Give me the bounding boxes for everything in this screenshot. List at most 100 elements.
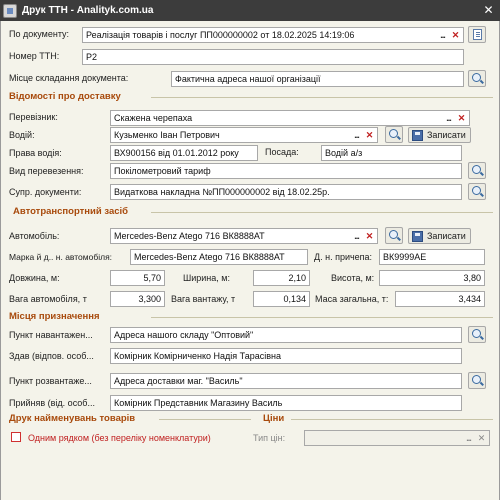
label-prava-vodiya: Права водія: xyxy=(9,148,62,158)
vodiy-field[interactable]: Кузьменко Іван Петрович ... ✕ xyxy=(110,127,378,143)
shyryna-value: 2,10 xyxy=(288,273,306,283)
label-dn-prychepa: Д. н. причепа: xyxy=(314,252,373,262)
magnifier-icon xyxy=(472,375,481,384)
section-print-names-divider xyxy=(159,419,251,420)
pereviznyk-select-button[interactable]: ... xyxy=(442,111,455,125)
section-print-names-title: Друк найменувань товарів xyxy=(9,413,136,424)
label-vaga-avto: Вага автомобіля, т xyxy=(9,294,87,304)
odnym-ryadkom-checkbox[interactable] xyxy=(11,432,21,442)
po-dokumentu-field[interactable]: Реалізація товарів і послуг ПП000000002 … xyxy=(82,27,464,43)
avtomobil-clear-icon[interactable]: ✕ xyxy=(363,229,376,243)
punkt-rozvantazhennya-input[interactable]: Адреса доставки маг. "Василь" xyxy=(110,373,462,389)
vysota-value: 3,80 xyxy=(463,273,481,283)
punkt-rozvantazhennya-value: Адреса доставки маг. "Василь" xyxy=(114,376,243,386)
avtomobil-select-button[interactable]: ... xyxy=(350,229,363,243)
label-dovzhyna: Довжина, м: xyxy=(9,273,60,283)
avtomobil-value: Mercedes-Benz Atego 716 ВК8888АТ xyxy=(114,231,265,241)
punkt-rozvantazhennya-lookup-button[interactable] xyxy=(468,372,486,389)
pryynyav-input[interactable]: Комірник Представник Магазину Василь xyxy=(110,395,462,411)
po-dokumentu-select-button[interactable]: ... xyxy=(436,28,449,42)
nomer-ttn-value: Р2 xyxy=(86,52,98,62)
window-titlebar: Друк ТТН - Analityk.com.ua ✕ xyxy=(0,0,500,21)
label-punkt-navantazhennya: Пункт навантажен... xyxy=(9,330,93,340)
vyd-perevezennya-input[interactable]: Покілометровий тариф xyxy=(110,163,462,179)
magnifier-icon xyxy=(472,186,481,195)
po-dokumentu-value: Реалізація товарів і послуг ПП000000002 … xyxy=(86,30,355,40)
posada-input[interactable]: Водій а/з xyxy=(321,145,462,161)
label-mistse-skladannya: Місце складання документа: xyxy=(9,73,129,83)
pereviznyk-field[interactable]: Скажена черепаха ... ✕ xyxy=(110,110,470,126)
close-window-icon[interactable]: ✕ xyxy=(481,3,496,18)
floppy-disk-icon xyxy=(412,129,423,141)
posada-value: Водій а/з xyxy=(325,148,363,158)
vodiy-select-button[interactable]: ... xyxy=(350,128,363,142)
pereviznyk-clear-icon[interactable]: ✕ xyxy=(455,111,468,125)
punkt-navantazhennya-input[interactable]: Адреса нашого складу "Оптовий" xyxy=(110,327,462,343)
avtomobil-lookup-button[interactable] xyxy=(385,227,403,244)
punkt-navantazhennya-lookup-button[interactable] xyxy=(468,326,486,343)
section-vehicle-title: Автотранспортний засіб xyxy=(13,206,129,217)
label-zdav: Здав (відпов. особ... xyxy=(9,351,94,361)
label-nomer-ttn: Номер ТТН: xyxy=(9,51,60,61)
label-pryynyav: Прийняв (від. особ... xyxy=(9,398,95,408)
section-delivery-title: Відомості про доставку xyxy=(9,91,121,102)
section-delivery-divider xyxy=(151,97,493,98)
typ-tsin-clear-icon[interactable]: ✕ xyxy=(475,431,488,445)
label-marka: Марка й д.. н. автомобіля: xyxy=(9,252,113,262)
vysota-input[interactable]: 3,80 xyxy=(379,270,485,286)
shyryna-input[interactable]: 2,10 xyxy=(253,270,310,286)
dovzhyna-value: 5,70 xyxy=(143,273,161,283)
vaga-avto-input[interactable]: 3,300 xyxy=(110,291,165,307)
vyd-perevezennya-lookup-button[interactable] xyxy=(468,162,486,179)
label-odnym-ryadkom: Одним рядком (без переліку номенклатури) xyxy=(28,433,211,443)
marka-input[interactable]: Mercedes-Benz Atego 716 ВК8888АТ xyxy=(130,249,308,265)
magnifier-icon xyxy=(472,165,481,174)
mistse-skladannya-lookup-button[interactable] xyxy=(468,70,486,87)
label-vysota: Висота, м: xyxy=(331,273,375,283)
magnifier-icon xyxy=(389,230,398,239)
form-body: По документу: Реалізація товарів і послу… xyxy=(0,21,500,500)
nomer-ttn-input[interactable]: Р2 xyxy=(82,49,464,65)
avtomobil-field[interactable]: Mercedes-Benz Atego 716 ВК8888АТ ... ✕ xyxy=(110,228,378,244)
label-posada: Посада: xyxy=(265,147,299,157)
zdav-input[interactable]: Комірник Комірниченко Надія Тарасівна xyxy=(110,348,462,364)
vodiy-value: Кузьменко Іван Петрович xyxy=(114,130,220,140)
prava-vodiya-input[interactable]: ВХ900156 від 01.01.2012 року xyxy=(110,145,258,161)
mistse-skladannya-value: Фактична адреса нашої організації xyxy=(175,74,321,84)
avtomobil-save-button[interactable]: Записати xyxy=(408,228,471,244)
copy-document-button[interactable] xyxy=(468,26,486,43)
vaga-vantazhu-input[interactable]: 0,134 xyxy=(253,291,310,307)
label-avtomobil: Автомобіль: xyxy=(9,231,60,241)
dovzhyna-input[interactable]: 5,70 xyxy=(110,270,165,286)
masa-zagalna-value: 3,434 xyxy=(458,294,481,304)
dn-prychepa-input[interactable]: ВК9999АЕ xyxy=(379,249,485,265)
section-vehicle-divider xyxy=(151,212,493,213)
zdav-value: Комірник Комірниченко Надія Тарасівна xyxy=(114,351,282,361)
vodiy-save-button[interactable]: Записати xyxy=(408,127,471,143)
magnifier-icon xyxy=(472,73,481,82)
label-supr-dokumenty: Супр. документи: xyxy=(9,187,82,197)
label-masa-zagalna: Маса загальна, т: xyxy=(315,294,389,304)
mistse-skladannya-input[interactable]: Фактична адреса нашої організації xyxy=(171,71,464,87)
marka-value: Mercedes-Benz Atego 716 ВК8888АТ xyxy=(134,252,285,262)
section-prices-divider xyxy=(291,419,493,420)
masa-zagalna-input[interactable]: 3,434 xyxy=(395,291,485,307)
supr-dokumenty-input[interactable]: Видаткова накладна №ПП000000002 від 18.0… xyxy=(110,184,462,200)
supr-dokumenty-lookup-button[interactable] xyxy=(468,183,486,200)
typ-tsin-select-button[interactable]: ... xyxy=(462,431,475,445)
vodiy-clear-icon[interactable]: ✕ xyxy=(363,128,376,142)
label-vodiy: Водій: xyxy=(9,130,35,140)
copy-document-icon xyxy=(473,29,482,40)
section-destination-divider xyxy=(151,317,493,318)
vodiy-save-label: Записати xyxy=(427,130,466,140)
prava-vodiya-value: ВХ900156 від 01.01.2012 року xyxy=(114,148,239,158)
section-destination-title: Місця призначення xyxy=(9,311,100,322)
vodiy-lookup-button[interactable] xyxy=(385,126,403,143)
po-dokumentu-clear-icon[interactable]: ✕ xyxy=(449,28,462,42)
label-punkt-rozvantazhennya: Пункт розвантаже... xyxy=(9,376,92,386)
typ-tsin-field[interactable]: ... ✕ xyxy=(304,430,490,446)
app-icon xyxy=(3,3,17,18)
label-po-dokumentu: По документу: xyxy=(9,29,70,39)
supr-dokumenty-value: Видаткова накладна №ПП000000002 від 18.0… xyxy=(114,187,330,197)
punkt-navantazhennya-value: Адреса нашого складу "Оптовий" xyxy=(114,330,254,340)
